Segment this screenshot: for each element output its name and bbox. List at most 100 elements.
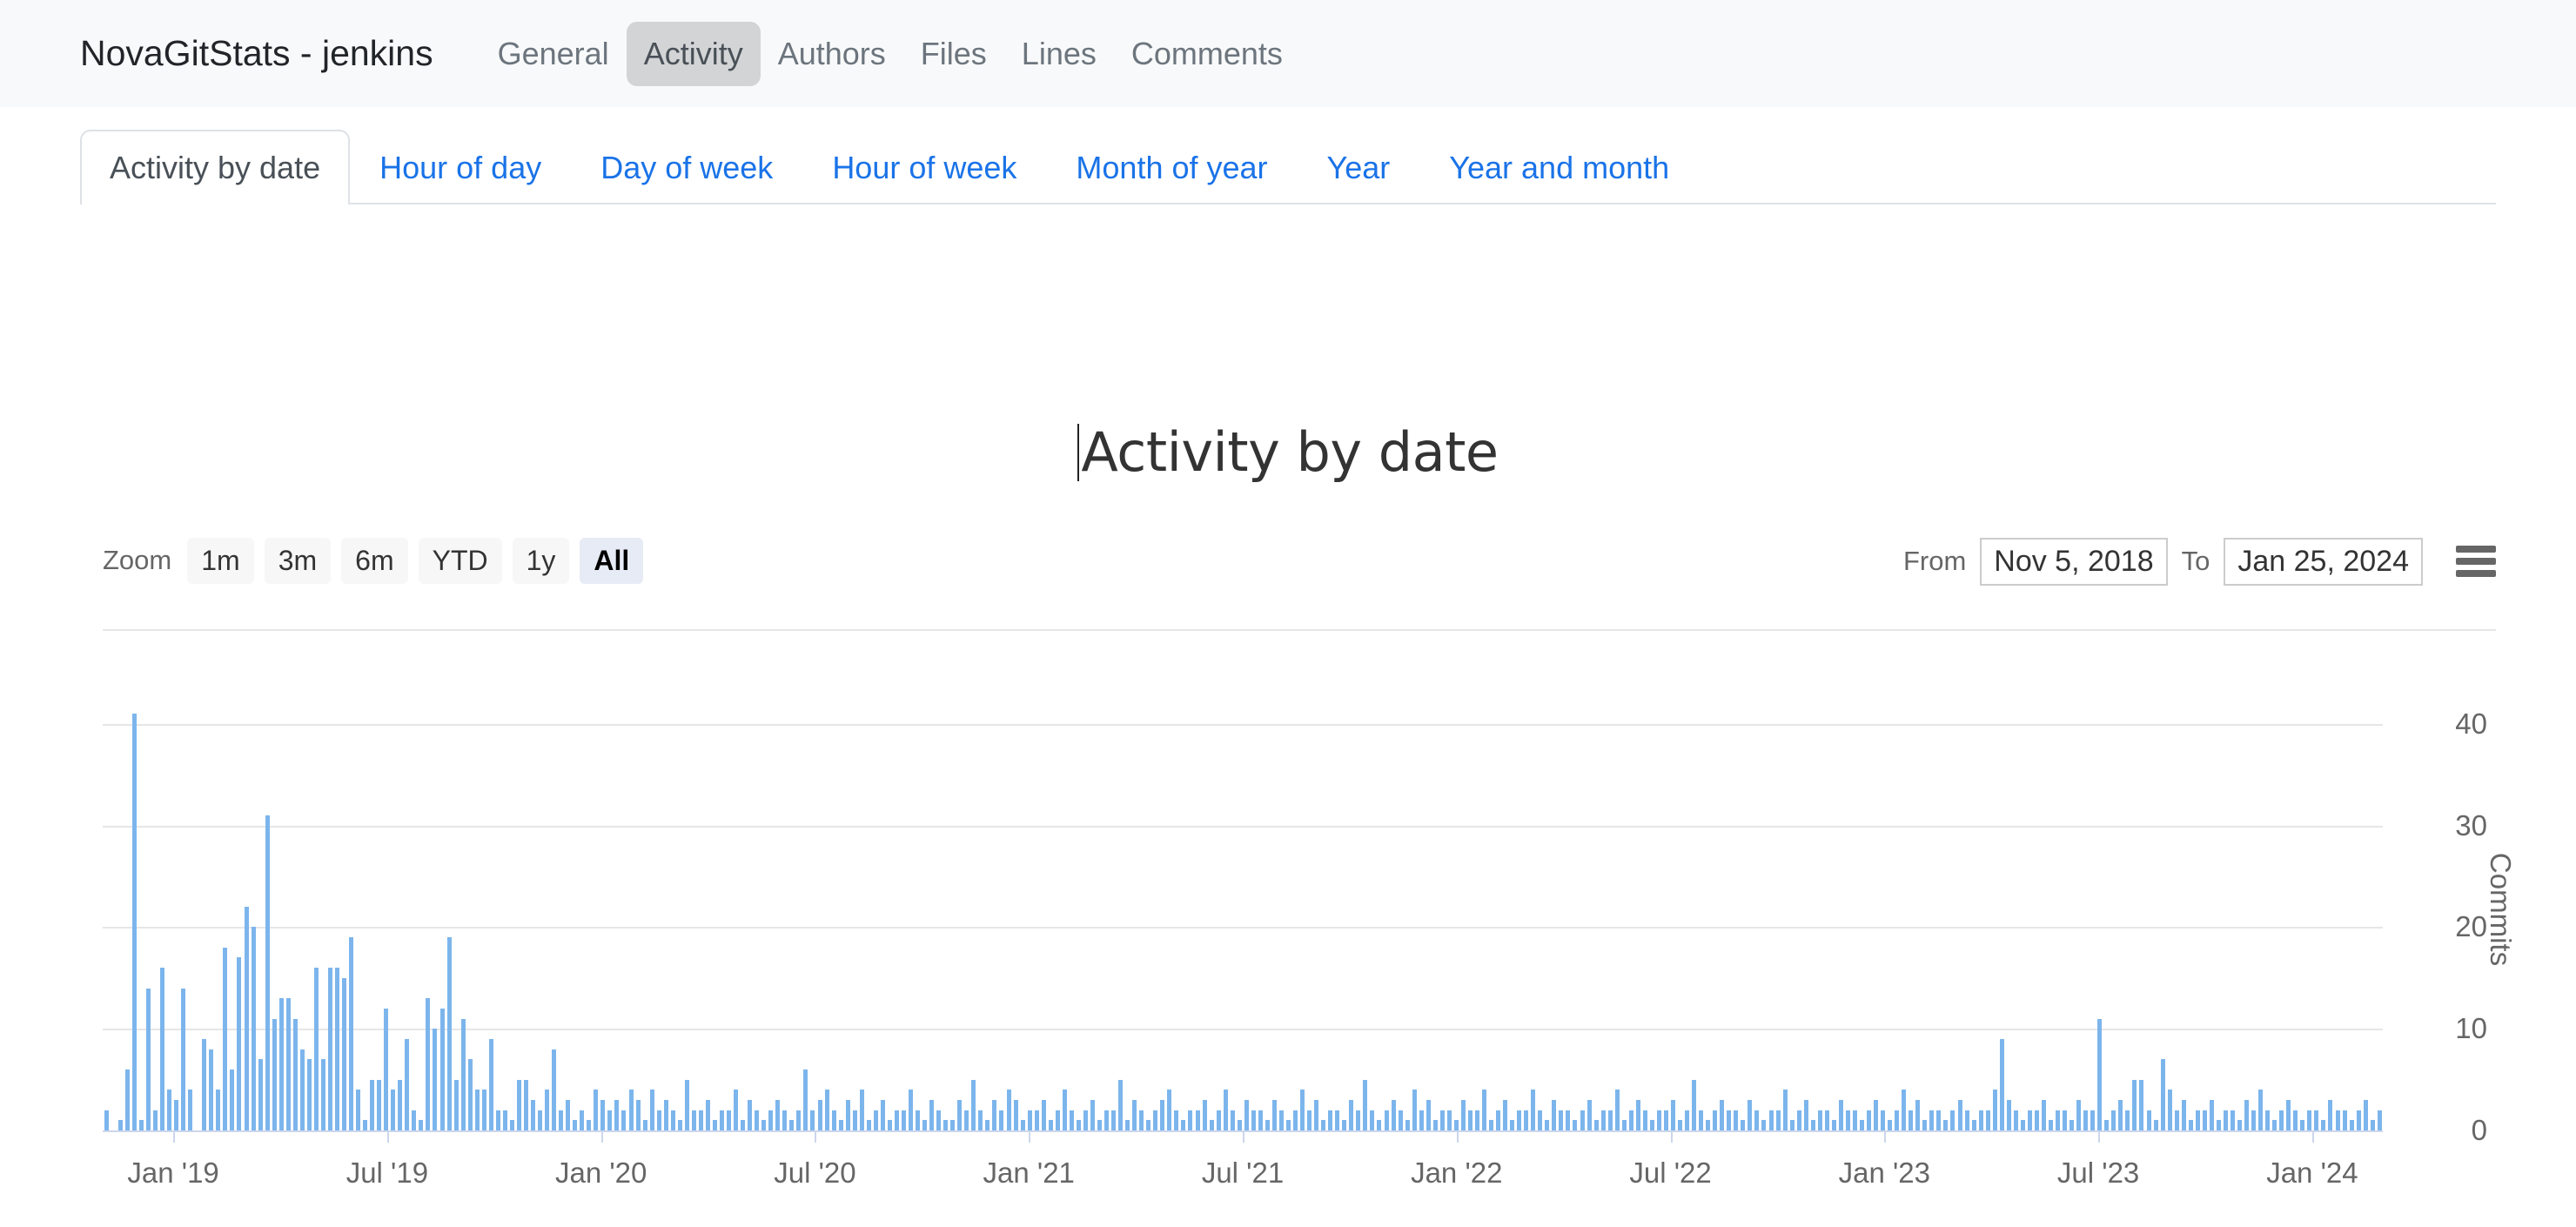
bar[interactable]	[1922, 1120, 1928, 1130]
bar[interactable]	[748, 1099, 753, 1130]
bar[interactable]	[2160, 1059, 2165, 1130]
bar[interactable]	[426, 998, 431, 1130]
bar[interactable]	[1810, 1120, 1815, 1130]
bar[interactable]	[775, 1099, 781, 1130]
bar[interactable]	[817, 1099, 822, 1130]
bar[interactable]	[160, 968, 165, 1130]
bar[interactable]	[1796, 1110, 1801, 1130]
bar[interactable]	[999, 1110, 1004, 1130]
bar[interactable]	[916, 1110, 921, 1130]
bar[interactable]	[433, 1029, 438, 1130]
bar[interactable]	[216, 1090, 221, 1130]
bar[interactable]	[439, 1008, 445, 1130]
bar[interactable]	[782, 1110, 788, 1130]
bar[interactable]	[1628, 1110, 1633, 1130]
bar[interactable]	[2111, 1110, 2116, 1130]
bar[interactable]	[2013, 1110, 2018, 1130]
bar[interactable]	[1146, 1120, 1151, 1130]
nav-link-files[interactable]: Files	[903, 22, 1004, 86]
bar[interactable]	[412, 1110, 417, 1130]
bar[interactable]	[2090, 1110, 2096, 1130]
bar[interactable]	[1181, 1120, 1186, 1130]
bar[interactable]	[1006, 1090, 1011, 1130]
bar[interactable]	[1097, 1120, 1102, 1130]
bar[interactable]	[285, 998, 291, 1130]
bar[interactable]	[202, 1038, 207, 1130]
bar[interactable]	[419, 1120, 424, 1130]
bar[interactable]	[2146, 1110, 2151, 1130]
bar[interactable]	[104, 1110, 109, 1130]
bar[interactable]	[1517, 1110, 1522, 1130]
bar[interactable]	[124, 1069, 130, 1130]
bar[interactable]	[803, 1069, 808, 1130]
bar[interactable]	[2020, 1120, 2025, 1130]
bar[interactable]	[495, 1110, 500, 1130]
bar[interactable]	[265, 815, 270, 1130]
bar[interactable]	[1824, 1110, 1829, 1130]
bar[interactable]	[2342, 1110, 2347, 1130]
bar[interactable]	[545, 1090, 550, 1130]
bar[interactable]	[223, 947, 228, 1130]
zoom-button-ytd[interactable]: YTD	[418, 538, 502, 584]
bar[interactable]	[334, 968, 339, 1130]
bar[interactable]	[1803, 1099, 1808, 1130]
bar[interactable]	[1076, 1120, 1081, 1130]
bar[interactable]	[971, 1079, 976, 1130]
bar[interactable]	[1307, 1110, 1312, 1130]
bar[interactable]	[1174, 1110, 1179, 1130]
bar[interactable]	[642, 1120, 647, 1130]
bar[interactable]	[1559, 1110, 1564, 1130]
bar[interactable]	[1635, 1099, 1640, 1130]
bar[interactable]	[237, 957, 242, 1130]
bar[interactable]	[1482, 1090, 1487, 1130]
bar[interactable]	[1538, 1110, 1543, 1130]
zoom-button-1m[interactable]: 1m	[187, 538, 254, 584]
bar[interactable]	[950, 1120, 956, 1130]
bar[interactable]	[2097, 1018, 2103, 1130]
bar[interactable]	[453, 1079, 459, 1130]
bar[interactable]	[580, 1110, 585, 1130]
nav-link-activity[interactable]: Activity	[626, 21, 761, 86]
bar[interactable]	[446, 937, 452, 1130]
bar[interactable]	[460, 1018, 466, 1130]
bar[interactable]	[1090, 1099, 1095, 1130]
bar[interactable]	[1663, 1110, 1668, 1130]
bar[interactable]	[663, 1099, 668, 1130]
tab-hour-of-week[interactable]: Hour of week	[802, 130, 1046, 204]
bar[interactable]	[2202, 1110, 2207, 1130]
tab-month-of-year[interactable]: Month of year	[1046, 130, 1297, 204]
bar[interactable]	[1531, 1090, 1536, 1130]
bar[interactable]	[1439, 1110, 1445, 1130]
bar[interactable]	[852, 1110, 857, 1130]
bar[interactable]	[1237, 1120, 1242, 1130]
bar[interactable]	[320, 1059, 325, 1130]
bar[interactable]	[1573, 1120, 1578, 1130]
bar[interactable]	[1391, 1099, 1396, 1130]
bar[interactable]	[985, 1120, 990, 1130]
bar[interactable]	[1881, 1110, 1886, 1130]
bar[interactable]	[1278, 1110, 1284, 1130]
bar[interactable]	[2251, 1110, 2257, 1130]
bar[interactable]	[467, 1059, 473, 1130]
bar[interactable]	[768, 1110, 774, 1130]
bar[interactable]	[677, 1120, 682, 1130]
bar[interactable]	[1692, 1079, 1697, 1130]
bar[interactable]	[2049, 1120, 2053, 1130]
bar[interactable]	[1649, 1120, 1654, 1130]
bar[interactable]	[1209, 1120, 1214, 1130]
bar[interactable]	[1524, 1110, 1529, 1130]
bar[interactable]	[1566, 1110, 1571, 1130]
bar[interactable]	[1775, 1110, 1781, 1130]
bar[interactable]	[1950, 1110, 1955, 1130]
bar[interactable]	[2258, 1090, 2264, 1130]
bar[interactable]	[1132, 1099, 1137, 1130]
bar[interactable]	[258, 1059, 263, 1130]
bar[interactable]	[2034, 1110, 2039, 1130]
bar[interactable]	[2195, 1110, 2200, 1130]
bar[interactable]	[1496, 1110, 1501, 1130]
bar[interactable]	[559, 1110, 564, 1130]
bar[interactable]	[810, 1110, 815, 1130]
bar[interactable]	[313, 968, 319, 1130]
bar[interactable]	[628, 1090, 634, 1130]
bar[interactable]	[1642, 1110, 1647, 1130]
